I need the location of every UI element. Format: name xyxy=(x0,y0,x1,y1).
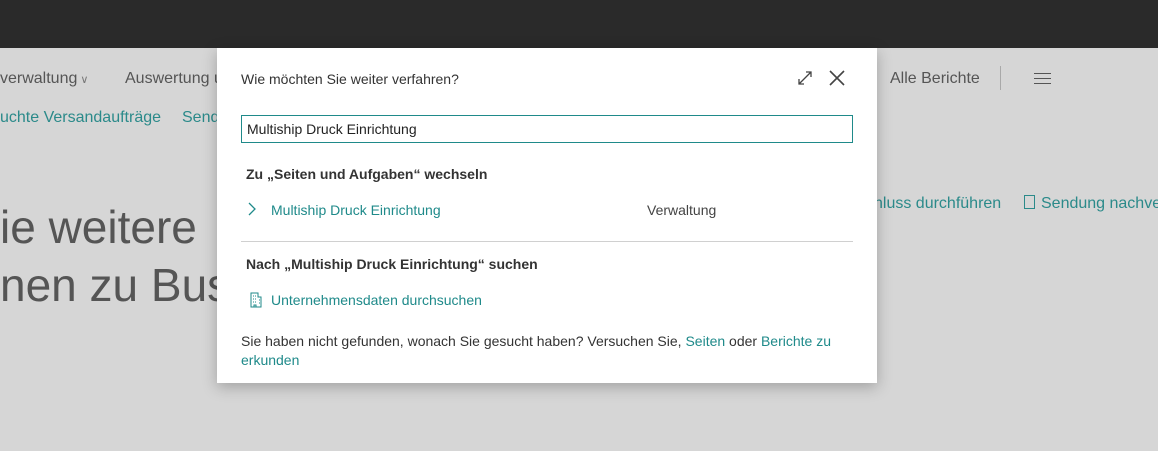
search-input[interactable] xyxy=(242,116,852,142)
result-category: Verwaltung xyxy=(647,202,717,218)
chevron-down-icon: ∨ xyxy=(80,74,89,86)
nav-item-label: Alle Berichte xyxy=(890,70,980,87)
search-company-link[interactable]: Unternehmensdaten durchsuchen xyxy=(271,292,482,308)
footer-text: Sie haben nicht gefunden, wonach Sie ges… xyxy=(241,333,682,349)
nav-item-alle-berichte[interactable]: Alle Berichte xyxy=(890,70,980,88)
close-icon[interactable] xyxy=(827,68,847,88)
chevron-right-icon xyxy=(248,202,256,216)
nav-item-label: verwaltung xyxy=(0,70,78,87)
menu-icon[interactable] xyxy=(1034,73,1051,88)
result-name[interactable]: Multiship Druck Einrichtung xyxy=(271,202,441,218)
action-label: Sendung nachve xyxy=(1041,195,1158,212)
dialog-title: Wie möchten Sie weiter verfahren? xyxy=(241,71,459,87)
goto-section-heading: Zu „Seiten und Aufgaben“ wechseln xyxy=(246,166,488,182)
footer-or: oder xyxy=(729,333,758,349)
search-dialog: Wie möchten Sie weiter verfahren? Zu „Se… xyxy=(217,48,877,383)
search-section-heading: Nach „Multiship Druck Einrichtung“ suche… xyxy=(246,256,538,272)
building-icon xyxy=(250,292,262,308)
nav-separator xyxy=(1000,66,1001,90)
action-sendung-nachverfolgen[interactable]: Sendung nachve xyxy=(1024,195,1158,213)
section-divider xyxy=(241,241,853,242)
headline-line-2: nen zu Bus xyxy=(0,259,231,311)
expand-icon[interactable] xyxy=(795,68,815,88)
result-row[interactable]: Multiship Druck Einrichtung Verwaltung xyxy=(241,199,853,223)
pages-link[interactable]: Seiten xyxy=(685,333,725,349)
app-topbar xyxy=(0,0,1158,48)
subnav-item-versandauftraege[interactable]: uchte Versandaufträge xyxy=(0,109,161,127)
document-icon xyxy=(1024,195,1035,209)
action-abschluss[interactable]: nluss durchführen xyxy=(874,195,1001,213)
nav-item-auswertung[interactable]: Auswertung u xyxy=(125,70,223,88)
search-field[interactable] xyxy=(241,115,853,143)
nav-item-verwaltung[interactable]: verwaltung ∨ xyxy=(0,70,88,88)
subnav-item-sendungen[interactable]: Send xyxy=(182,109,219,127)
footer-hint: Sie haben nicht gefunden, wonach Sie ges… xyxy=(241,332,853,370)
nav-item-label: Auswertung u xyxy=(125,70,223,87)
search-company-data-row[interactable]: Unternehmensdaten durchsuchen xyxy=(241,289,853,313)
headline-line-1: ie weitere xyxy=(0,201,197,253)
